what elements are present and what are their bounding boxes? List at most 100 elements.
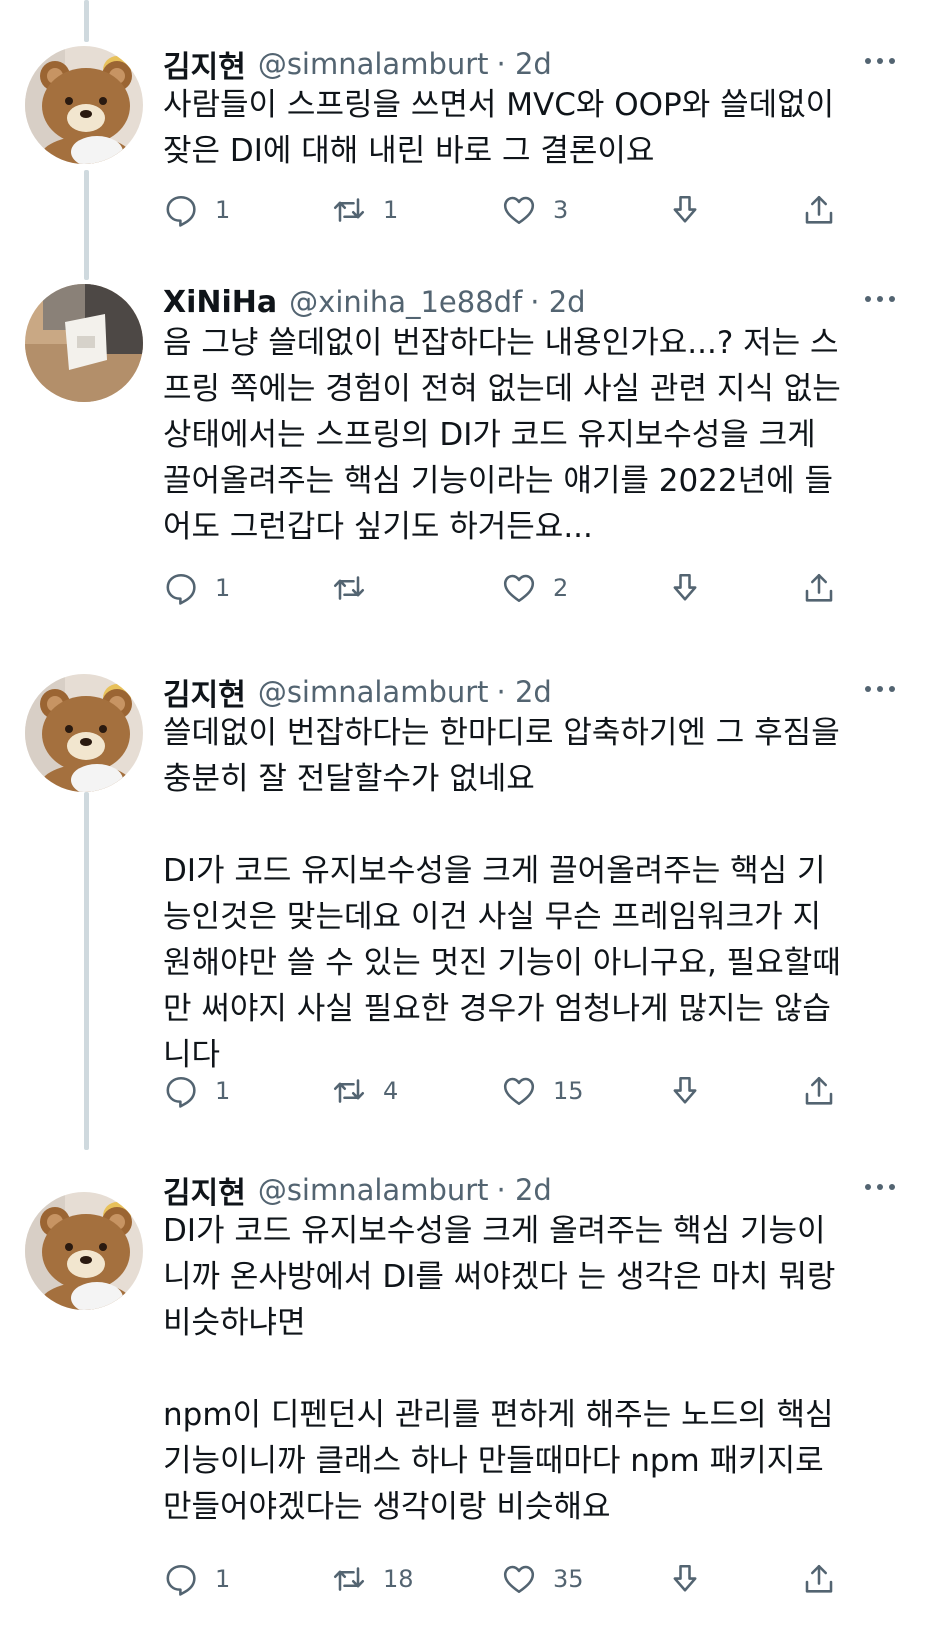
download-button[interactable] (667, 1556, 703, 1602)
tweet-text-line: DI가 코드 유지보수성을 크게 끌어올려주는 핵심 기 (163, 853, 826, 889)
more-icon[interactable] (860, 674, 900, 704)
avatar[interactable] (25, 284, 143, 402)
share-button[interactable] (801, 565, 837, 611)
timestamp[interactable]: · 2d (530, 285, 585, 319)
retweet-count: 4 (383, 1077, 399, 1105)
tweet-text-line: 원해야만 쓸 수 있는 멋진 기능이 아니구요, 필요할때 (163, 945, 841, 981)
tweet-actions: 1 4 15 (163, 1068, 875, 1114)
tweet-text-line: 니까 온사방에서 DI를 써야겠다 는 생각은 마치 뭐랑 (163, 1259, 836, 1295)
reply-count: 1 (215, 574, 231, 602)
tweet-actions: 1 1 3 (163, 187, 875, 233)
reply-count: 1 (215, 196, 231, 224)
reply-button[interactable]: 1 (163, 187, 230, 233)
download-button[interactable] (667, 565, 703, 611)
reply-button[interactable]: 1 (163, 1068, 230, 1114)
heart-icon (503, 1565, 535, 1594)
tweet-text: 사람들이 스프링을 쓰면서 MVC와 OOP와 쓸데없이 잦은 DI에 대해 내… (163, 82, 898, 174)
tweet[interactable]: XiNiHa @xiniha_1e88df · 2d 음 그냥 쓸데없이 번잡하… (0, 262, 928, 644)
retweet-button[interactable]: 4 (331, 1068, 398, 1114)
heart-icon (503, 1077, 535, 1106)
share-icon (805, 1076, 833, 1105)
reply-button[interactable]: 1 (163, 565, 230, 611)
timestamp[interactable]: · 2d (497, 47, 552, 81)
more-icon[interactable] (860, 1172, 900, 1202)
heart-icon (503, 196, 535, 225)
like-button[interactable]: 3 (501, 187, 568, 233)
tweet-text: 쓸데없이 번잡하다는 한마디로 압축하기엔 그 후짐을 충분히 잘 전달할수가 … (163, 710, 898, 1078)
reply-icon (166, 573, 196, 605)
tweet-text-line: DI가 코드 유지보수성을 크게 올려주는 핵심 기능이 (163, 1213, 826, 1249)
reply-icon (166, 1076, 196, 1108)
download-icon (673, 573, 697, 601)
retweet-button[interactable]: 1 (331, 187, 398, 233)
tweet[interactable]: 김지현 @simnalamburt · 2d 쓸데없이 번잡하다는 한마디로 압… (0, 644, 928, 1146)
tweet-text-line: 사람들이 스프링을 쓰면서 MVC와 OOP와 쓸데없이 (163, 87, 835, 123)
like-count: 35 (553, 1565, 584, 1593)
retweet-icon (333, 198, 365, 222)
avatar[interactable] (25, 46, 143, 164)
reply-icon (166, 1564, 196, 1596)
retweet-icon (333, 576, 365, 600)
download-icon (673, 1076, 697, 1104)
tweet-actions: 1 18 35 (163, 1556, 875, 1602)
reply-icon (166, 195, 196, 227)
tweet-header: 김지현 @simnalamburt · 2d (163, 670, 904, 714)
handle[interactable]: @simnalamburt (258, 1173, 489, 1207)
retweet-button[interactable] (331, 565, 383, 611)
retweet-button[interactable]: 18 (331, 1556, 414, 1602)
tweet-text-line: 상태에서는 스프링의 DI가 코드 유지보수성을 크게 (163, 417, 816, 453)
display-name[interactable]: 김지현 (163, 670, 246, 714)
tweet-text-line: 끌어올려주는 핵심 기능이라는 얘기를 2022년에 들 (163, 463, 834, 499)
more-icon[interactable] (860, 284, 900, 314)
more-icon[interactable] (860, 46, 900, 76)
handle[interactable]: @simnalamburt (258, 47, 489, 81)
download-button[interactable] (667, 1068, 703, 1114)
tweet-header: 김지현 @simnalamburt · 2d (163, 1168, 904, 1212)
tweet-text-line: 만들어야겠다는 생각이랑 비슷해요 (163, 1489, 611, 1525)
tweet-text: 음 그냥 쓸데없이 번잡하다는 내용인가요...? 저는 스 프링 쪽에는 경험… (163, 320, 898, 550)
display-name[interactable]: 김지현 (163, 1168, 246, 1212)
share-button[interactable] (801, 187, 837, 233)
download-button[interactable] (667, 187, 703, 233)
download-icon (673, 195, 697, 223)
reply-button[interactable]: 1 (163, 1556, 230, 1602)
handle[interactable]: @simnalamburt (258, 675, 489, 709)
tweet[interactable]: 김지현 @simnalamburt · 2d 사람들이 스프링을 쓰면서 MVC… (0, 0, 928, 262)
retweet-count: 1 (383, 196, 399, 224)
like-count: 3 (553, 196, 569, 224)
like-button[interactable]: 2 (501, 565, 568, 611)
avatar[interactable] (25, 1192, 143, 1310)
timestamp[interactable]: · 2d (497, 675, 552, 709)
timestamp[interactable]: · 2d (497, 1173, 552, 1207)
share-icon (805, 1564, 833, 1593)
avatar[interactable] (25, 674, 143, 792)
reply-count: 1 (215, 1565, 231, 1593)
share-button[interactable] (801, 1068, 837, 1114)
tweet-text-line: 프링 쪽에는 경험이 전혀 없는데 사실 관련 지식 없는 (163, 371, 841, 407)
like-button[interactable]: 15 (501, 1068, 584, 1114)
heart-icon (503, 574, 535, 603)
share-icon (805, 573, 833, 602)
reply-count: 1 (215, 1077, 231, 1105)
tweet[interactable]: 김지현 @simnalamburt · 2d DI가 코드 유지보수성을 크게 … (0, 1146, 928, 1630)
display-name[interactable]: XiNiHa (163, 285, 277, 320)
tweet-text-line: 음 그냥 쓸데없이 번잡하다는 내용인가요...? 저는 스 (163, 325, 839, 361)
tweet-actions: 1 2 (163, 565, 875, 611)
tweet-header: XiNiHa @xiniha_1e88df · 2d (163, 280, 904, 324)
tweet-text-line: 비슷하냐면 (163, 1305, 306, 1341)
like-button[interactable]: 35 (501, 1556, 584, 1602)
retweet-count: 18 (383, 1565, 414, 1593)
tweet-text: DI가 코드 유지보수성을 크게 올려주는 핵심 기능이 니까 온사방에서 DI… (163, 1208, 898, 1530)
handle[interactable]: @xiniha_1e88df (289, 285, 522, 319)
tweet-text-line: 쓸데없이 번잡하다는 한마디로 압축하기엔 그 후짐을 (163, 715, 840, 751)
tweet-text-line: 충분히 잘 전달할수가 없네요 (163, 761, 535, 797)
share-button[interactable] (801, 1556, 837, 1602)
tweet-text-line: npm이 디펜던시 관리를 편하게 해주는 노드의 핵심 (163, 1397, 834, 1433)
tweet-text-line: 기능이니까 클래스 하나 만들때마다 npm 패키지로 (163, 1443, 824, 1479)
retweet-icon (333, 1567, 365, 1591)
share-icon (805, 195, 833, 224)
display-name[interactable]: 김지현 (163, 42, 246, 86)
like-count: 2 (553, 574, 569, 602)
tweet-text-line: 어도 그런갑다 싶기도 하거든요... (163, 509, 593, 545)
like-count: 15 (553, 1077, 584, 1105)
